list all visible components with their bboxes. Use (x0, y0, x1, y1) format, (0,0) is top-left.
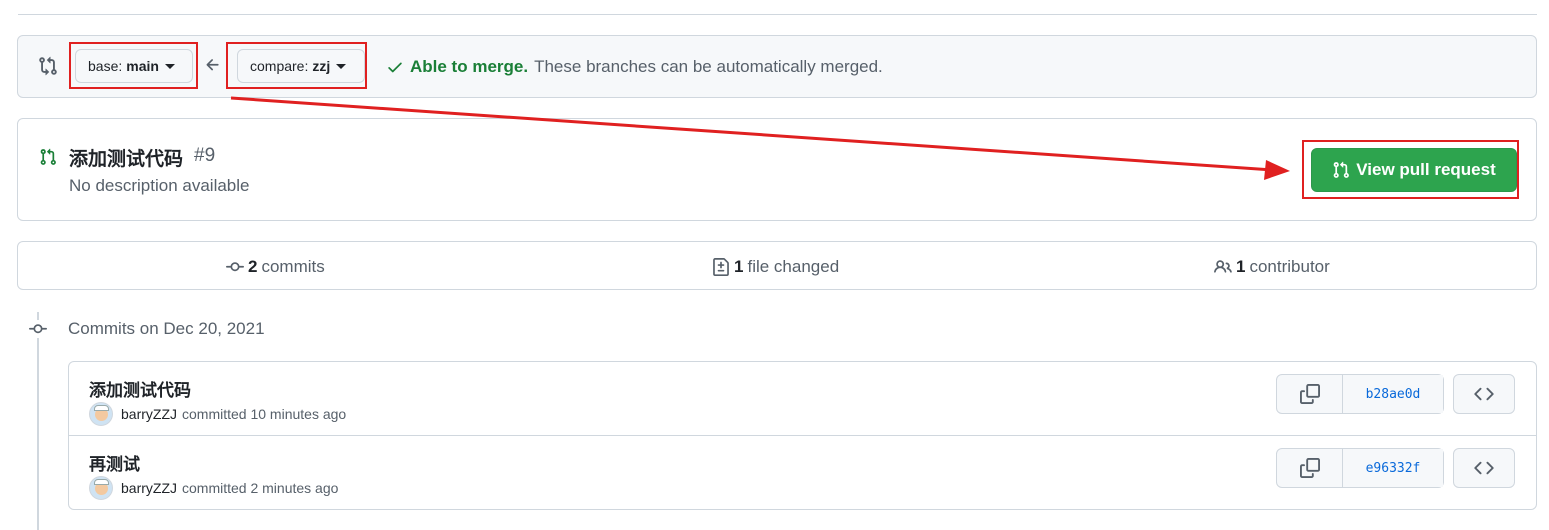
contributors-count: 1 (1236, 257, 1246, 276)
commits-count: 2 (248, 257, 258, 276)
commit-sha-group: b28ae0d (1276, 374, 1444, 414)
check-icon (388, 62, 402, 73)
code-icon (1474, 461, 1494, 475)
commits-date-heading: Commits on Dec 20, 2021 (68, 319, 265, 338)
commits-stat[interactable]: 2 commits (226, 257, 325, 277)
pull-request-description: No description available (69, 176, 250, 195)
commit-meta: barryZZJ committed 2 minutes ago (89, 476, 338, 500)
avatar[interactable] (89, 476, 113, 500)
commit-author[interactable]: barryZZJ (121, 480, 177, 496)
git-compare-icon (39, 56, 57, 76)
commit-sha-link[interactable]: e96332f (1343, 449, 1443, 487)
commit-row: 添加测试代码 barryZZJ committed 10 minutes ago… (69, 362, 1536, 436)
commits-label: commits (261, 257, 325, 276)
merge-status-ok: Able to merge. (410, 57, 529, 76)
copy-sha-button[interactable] (1277, 375, 1343, 413)
git-commit-icon (226, 262, 244, 272)
browse-repository-button[interactable] (1453, 374, 1515, 414)
files-changed-stat[interactable]: 1 file changed (712, 257, 839, 277)
commit-message[interactable]: 再测试 (89, 450, 140, 475)
contributors-stat[interactable]: 1 contributor (1214, 257, 1330, 277)
commit-list: 添加测试代码 barryZZJ committed 10 minutes ago… (68, 361, 1537, 510)
compare-stats-bar: 2 commits 1 file changed 1 contributor (17, 241, 1537, 290)
git-pull-request-icon (40, 148, 56, 165)
files-label: file changed (747, 257, 840, 276)
git-commit-icon (28, 320, 48, 338)
browse-repository-button[interactable] (1453, 448, 1515, 488)
commit-sha-link[interactable]: b28ae0d (1343, 375, 1443, 413)
contributors-label: contributor (1249, 257, 1330, 276)
avatar[interactable] (89, 402, 113, 426)
arrow-left-icon (206, 59, 219, 71)
copy-icon (1299, 458, 1320, 478)
files-count: 1 (734, 257, 744, 276)
code-icon (1474, 387, 1494, 401)
copy-sha-button[interactable] (1277, 449, 1343, 487)
top-divider (18, 14, 1537, 15)
commit-author[interactable]: barryZZJ (121, 406, 177, 422)
copy-icon (1299, 384, 1320, 404)
annotation-box-compare (226, 42, 367, 89)
merge-status: Able to merge. These branches can be aut… (386, 57, 883, 77)
commit-time: committed 10 minutes ago (182, 406, 347, 422)
commit-meta: barryZZJ committed 10 minutes ago (89, 402, 346, 426)
pull-request-number: #9 (194, 145, 216, 166)
annotation-box-base (69, 42, 198, 89)
merge-status-message: These branches can be automatically merg… (534, 57, 883, 76)
commit-message[interactable]: 添加测试代码 (89, 376, 191, 401)
timeline-line (37, 312, 39, 530)
people-icon (1214, 260, 1232, 273)
file-diff-icon (713, 258, 729, 276)
pull-request-title[interactable]: 添加测试代码 (69, 144, 183, 171)
commit-time: committed 2 minutes ago (182, 480, 339, 496)
annotation-box-view-pr (1302, 140, 1519, 199)
commit-sha-group: e96332f (1276, 448, 1444, 488)
commit-row: 再测试 barryZZJ committed 2 minutes ago e96… (69, 436, 1536, 509)
